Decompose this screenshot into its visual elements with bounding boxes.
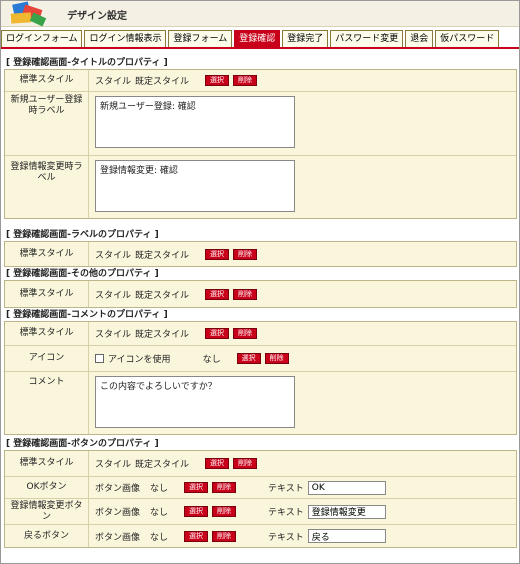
style-word: スタイル bbox=[95, 460, 132, 470]
comment-properties-section: [ 登録確認画面-コメントのプロパティ ] 標準スタイル スタイル 既定スタイル… bbox=[4, 309, 517, 435]
select-button[interactable]: 選択 bbox=[184, 530, 209, 542]
ok-text-input[interactable] bbox=[307, 480, 386, 495]
row-label: 登録情報変更時ラベル bbox=[5, 156, 89, 218]
select-button[interactable]: 選択 bbox=[184, 506, 209, 517]
text-label: テキスト bbox=[268, 484, 304, 494]
row-label: 新規ユーザー登録時ラベル bbox=[5, 92, 89, 155]
row-label: 標準スタイル bbox=[5, 281, 89, 307]
button-image-value: なし bbox=[150, 484, 169, 494]
comment-input[interactable]: この内容でよろしいですか？ bbox=[95, 376, 295, 428]
select-button[interactable]: 選択 bbox=[236, 353, 261, 364]
style-value: 既定スタイル bbox=[135, 460, 190, 470]
delete-button[interactable]: 削除 bbox=[233, 458, 258, 469]
title-properties-section: [ 登録確認画面-タイトルのプロパティ ] 標準スタイル スタイル 既定スタイル… bbox=[4, 57, 517, 219]
use-icon-checkbox[interactable] bbox=[95, 354, 104, 363]
style-value: 既定スタイル bbox=[135, 250, 190, 261]
style-word: スタイル bbox=[95, 290, 132, 301]
style-word: スタイル bbox=[95, 250, 132, 261]
section-heading: [ 登録確認画面-その他のプロパティ ] bbox=[6, 269, 159, 279]
button-image-value: なし bbox=[150, 508, 169, 518]
button-image-value: なし bbox=[150, 532, 169, 543]
app-logo-icon bbox=[7, 1, 53, 27]
row-label: 標準スタイル bbox=[5, 70, 89, 91]
design-settings-window: デザイン設定 ログインフォーム ログイン情報表示 登録フォーム 登録確認 登録完… bbox=[0, 0, 520, 564]
delete-button[interactable]: 削除 bbox=[233, 328, 258, 339]
page-title: デザイン設定 bbox=[67, 11, 127, 22]
style-value: 既定スタイル bbox=[135, 77, 190, 87]
delete-button[interactable]: 削除 bbox=[233, 288, 258, 300]
header: デザイン設定 bbox=[1, 1, 519, 27]
select-button[interactable]: 選択 bbox=[205, 458, 230, 469]
row-label: 標準スタイル bbox=[5, 322, 89, 345]
select-button[interactable]: 選択 bbox=[205, 75, 230, 86]
select-button[interactable]: 選択 bbox=[205, 288, 230, 300]
style-value: 既定スタイル bbox=[135, 290, 190, 301]
row-label: OKボタン bbox=[5, 477, 89, 498]
section-heading: [ 登録確認画面-ボタンのプロパティ ] bbox=[6, 439, 159, 449]
text-label: テキスト bbox=[268, 532, 304, 543]
change-text-input[interactable] bbox=[307, 504, 386, 519]
delete-button[interactable]: 削除 bbox=[233, 248, 258, 260]
button-image-label: ボタン画像 bbox=[95, 484, 141, 494]
back-text-input[interactable] bbox=[307, 529, 386, 543]
button-image-label: ボタン画像 bbox=[95, 532, 141, 543]
style-word: スタイル bbox=[95, 330, 132, 340]
tab-temp-password[interactable]: 仮パスワード bbox=[435, 30, 500, 48]
row-label: 登録情報変更ボタン bbox=[5, 499, 89, 524]
section-heading: [ 登録確認画面-コメントのプロパティ ] bbox=[6, 310, 168, 320]
text-label: テキスト bbox=[268, 508, 304, 518]
select-button[interactable]: 選択 bbox=[184, 482, 209, 493]
style-value: 既定スタイル bbox=[135, 330, 190, 340]
label-properties-section: [ 登録確認画面-ラベルのプロパティ ] 標準スタイル スタイル 既定スタイル … bbox=[4, 229, 517, 267]
tab-register-form[interactable]: 登録フォーム bbox=[168, 30, 233, 48]
delete-button[interactable]: 削除 bbox=[264, 353, 289, 364]
tab-register-confirm[interactable]: 登録確認 bbox=[234, 30, 281, 48]
tab-underline bbox=[1, 47, 519, 49]
section-heading: [ 登録確認画面-ラベルのプロパティ ] bbox=[6, 230, 159, 240]
select-button[interactable]: 選択 bbox=[205, 328, 230, 339]
row-label: コメント bbox=[5, 372, 89, 434]
row-label: 戻るボタン bbox=[5, 525, 89, 547]
delete-button[interactable]: 削除 bbox=[212, 530, 237, 542]
section-heading: [ 登録確認画面-タイトルのプロパティ ] bbox=[6, 58, 168, 68]
row-label: アイコン bbox=[5, 346, 89, 371]
delete-button[interactable]: 削除 bbox=[212, 482, 237, 493]
select-button[interactable]: 選択 bbox=[205, 248, 230, 260]
other-properties-section: [ 登録確認画面-その他のプロパティ ] 標準スタイル スタイル 既定スタイル … bbox=[4, 268, 517, 308]
row-label: 標準スタイル bbox=[5, 451, 89, 476]
icon-value: なし bbox=[202, 355, 221, 365]
use-icon-label: アイコンを使用 bbox=[108, 355, 171, 365]
tab-withdraw[interactable]: 退会 bbox=[405, 30, 434, 48]
row-label: 標準スタイル bbox=[5, 242, 89, 266]
button-image-label: ボタン画像 bbox=[95, 508, 141, 518]
delete-button[interactable]: 削除 bbox=[233, 75, 258, 86]
delete-button[interactable]: 削除 bbox=[212, 506, 237, 517]
tab-login-form[interactable]: ログインフォーム bbox=[1, 30, 83, 48]
change-label-input[interactable]: 登録情報変更: 確認 bbox=[95, 160, 295, 212]
tab-login-info[interactable]: ログイン情報表示 bbox=[84, 30, 167, 48]
button-properties-section: [ 登録確認画面-ボタンのプロパティ ] 標準スタイル スタイル 既定スタイル … bbox=[4, 438, 517, 548]
tab-password-change[interactable]: パスワード変更 bbox=[330, 30, 404, 48]
tab-bar: ログインフォーム ログイン情報表示 登録フォーム 登録確認 登録完了 パスワード… bbox=[1, 30, 519, 48]
new-user-label-input[interactable]: 新規ユーザー登録: 確認 bbox=[95, 96, 295, 148]
style-word: スタイル bbox=[95, 77, 132, 87]
tab-register-complete[interactable]: 登録完了 bbox=[282, 30, 329, 48]
